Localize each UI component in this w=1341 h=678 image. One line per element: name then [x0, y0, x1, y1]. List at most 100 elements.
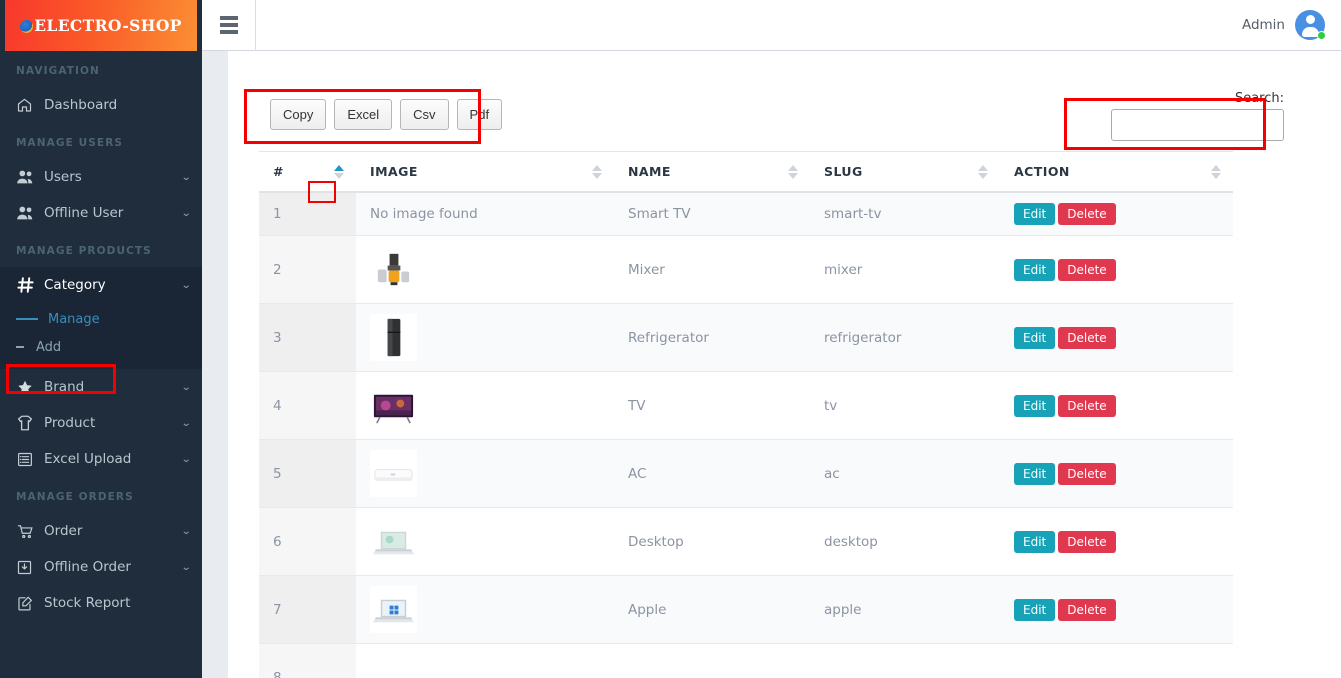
delete-button[interactable]: Delete: [1058, 598, 1116, 621]
sidebar-item-product[interactable]: Product ⌄: [0, 405, 202, 441]
delete-button[interactable]: Delete: [1058, 258, 1116, 281]
search-input[interactable]: [1111, 109, 1284, 141]
home-icon: [16, 97, 40, 113]
sidebar: ELECTRO-SHOP NAVIGATION Dashboard MANAGE…: [0, 0, 202, 678]
sidebar-item-order[interactable]: Order ⌄: [0, 513, 202, 549]
cell-action: Edit Delete: [1000, 303, 1233, 372]
column-header-action[interactable]: ACTION: [1000, 151, 1233, 193]
sidebar-subitem-add[interactable]: Add: [0, 333, 202, 361]
column-header-slug[interactable]: SLUG: [810, 151, 1000, 193]
chevron-down-icon: ⌄: [180, 171, 192, 183]
edit-button[interactable]: Edit: [1014, 598, 1056, 621]
cell-name: Mixer: [614, 235, 810, 304]
copy-button[interactable]: Copy: [270, 99, 327, 130]
avatar-head: [1305, 15, 1315, 24]
delete-button[interactable]: Delete: [1058, 462, 1116, 485]
sidebar-item-users[interactable]: Users ⌄: [0, 159, 202, 195]
sidebar-item-offline-order[interactable]: Offline Order ⌄: [0, 549, 202, 585]
sidebar-item-excel-upload[interactable]: Excel Upload ⌄: [0, 441, 202, 477]
delete-button[interactable]: Delete: [1058, 530, 1116, 553]
sidebar-item-offline-user[interactable]: Offline User ⌄: [0, 195, 202, 231]
category-table: # IMAGE NAME SLUG ACTION 1 No image foun…: [259, 151, 1233, 678]
sort-arrows-num-icon[interactable]: [334, 164, 344, 179]
sort-arrows-slug-icon[interactable]: [978, 164, 988, 179]
column-header-image[interactable]: IMAGE: [356, 151, 614, 193]
brand-logo[interactable]: ELECTRO-SHOP: [5, 0, 197, 51]
table-row: 4 TV tv Edit Delete: [259, 371, 1233, 440]
cell-action: [1000, 643, 1233, 678]
cell-slug: refrigerator: [810, 303, 1000, 372]
hamburger-bar: [219, 23, 238, 27]
edit-button[interactable]: Edit: [1014, 258, 1056, 281]
edit-button[interactable]: Edit: [1014, 326, 1056, 349]
user-avatar-icon[interactable]: [1295, 10, 1326, 40]
delete-button[interactable]: Delete: [1058, 394, 1116, 417]
cell-name: TV: [614, 371, 810, 440]
table-body: 1 No image found Smart TV smart-tv Edit Delet…: [259, 192, 1233, 678]
brand-logo-text: ELECTRO-SHOP: [20, 16, 182, 35]
table-row: 3 Refrigerator refrigerator Edit Delete: [259, 303, 1233, 372]
search-area: Search:: [1111, 91, 1284, 141]
sidebar-item-label: Users: [44, 169, 82, 185]
sidebar-section-manage-users: MANAGE USERS: [16, 137, 124, 149]
cell-action: Edit Delete: [1000, 507, 1233, 576]
sort-descending-icon: [788, 172, 798, 179]
export-buttons-group: Copy Excel Csv Pdf: [270, 99, 503, 130]
hamburger-bar: [219, 30, 238, 34]
sidebar-item-label: Offline Order: [44, 559, 131, 575]
sidebar-subitem-manage[interactable]: Manage: [0, 305, 202, 333]
delete-button[interactable]: Delete: [1058, 326, 1116, 349]
content-area: Copy Excel Csv Pdf Search: # IMAGE NAME …: [202, 51, 1341, 678]
cell-slug: mixer: [810, 235, 1000, 304]
cell-row-number: 2: [259, 235, 356, 304]
column-label: ACTION: [1014, 164, 1070, 179]
sidebar-item-dashboard[interactable]: Dashboard: [0, 87, 202, 123]
cell-name: Apple: [614, 575, 810, 644]
sidebar-subitem-label: Manage: [48, 311, 100, 327]
cart-icon: [16, 523, 40, 540]
column-label: #: [273, 164, 284, 179]
chevron-down-icon: ⌄: [180, 207, 192, 219]
hamburger-icon[interactable]: [202, 0, 256, 51]
sort-arrows-action-icon[interactable]: [1211, 164, 1221, 179]
status-online-dot: [1317, 31, 1326, 40]
sidebar-item-stock-report[interactable]: Stock Report: [0, 585, 202, 621]
excel-button[interactable]: Excel: [334, 99, 393, 130]
cell-name: Refrigerator: [614, 303, 810, 372]
chevron-down-icon: ⌄: [180, 525, 192, 537]
television-thumbnail: [370, 382, 417, 429]
laptop-desktop-thumbnail: [370, 518, 417, 565]
cell-name: Smart TV: [614, 192, 810, 236]
sort-descending-icon: [592, 172, 602, 179]
dash-icon: [16, 318, 38, 320]
table-row: 6 Desktop desktop Edit Delete: [259, 507, 1233, 576]
cell-name: [614, 643, 810, 678]
cell-image: [356, 439, 614, 508]
cell-name: AC: [614, 439, 810, 508]
csv-button[interactable]: Csv: [400, 99, 449, 130]
sort-descending-icon: [334, 172, 344, 179]
brand-name: ELECTRO-SHOP: [34, 16, 182, 35]
sidebar-item-brand[interactable]: Brand ⌄: [0, 369, 202, 405]
table-toolbar: Copy Excel Csv Pdf Search:: [228, 51, 1341, 151]
edit-button[interactable]: Edit: [1014, 203, 1056, 225]
topbar-user-menu[interactable]: Admin: [1242, 10, 1341, 40]
sort-arrows-image-icon[interactable]: [592, 164, 602, 179]
sidebar-item-category[interactable]: Category ⌄: [0, 267, 202, 303]
sort-descending-icon: [978, 172, 988, 179]
cell-row-number: 6: [259, 507, 356, 576]
sidebar-item-label: Stock Report: [44, 595, 131, 611]
table-row: 2 Mixer mixer Edit Delete: [259, 235, 1233, 304]
edit-button[interactable]: Edit: [1014, 530, 1056, 553]
sidebar-item-label: Excel Upload: [44, 451, 132, 467]
cell-action: Edit Delete: [1000, 192, 1233, 236]
column-header-name[interactable]: NAME: [614, 151, 810, 193]
pdf-button[interactable]: Pdf: [456, 99, 503, 130]
sort-arrows-name-icon[interactable]: [788, 164, 798, 179]
edit-button[interactable]: Edit: [1014, 462, 1056, 485]
list-icon: [16, 451, 40, 468]
delete-button[interactable]: Delete: [1058, 203, 1116, 225]
column-header-num[interactable]: #: [259, 151, 356, 193]
search-label: Search:: [1234, 91, 1284, 106]
edit-button[interactable]: Edit: [1014, 394, 1056, 417]
